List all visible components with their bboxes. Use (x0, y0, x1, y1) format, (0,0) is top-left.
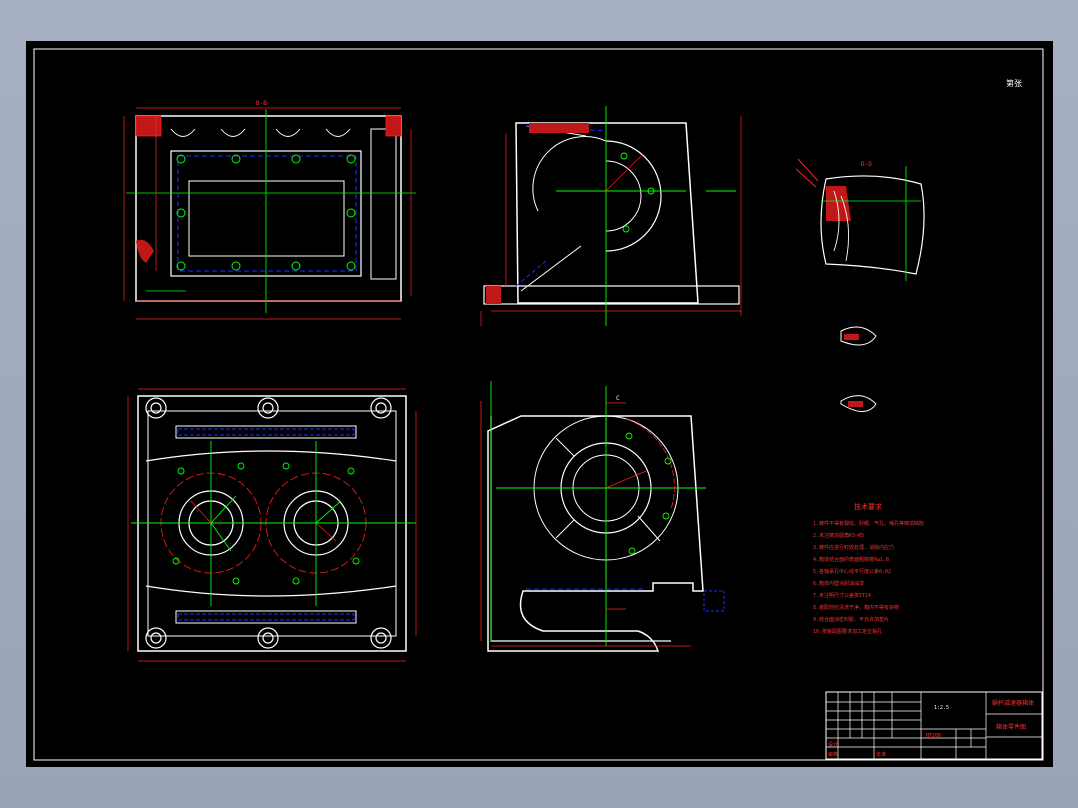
cut-label-c: C (616, 395, 620, 402)
drawing-sheet: 第张 B-B D-D C 技术要求 1.铸件不得有裂纹、砂眼、气孔、缩孔等铸造缺… (26, 41, 1053, 767)
note-line-1: 1.铸件不得有裂纹、砂眼、气孔、缩孔等铸造缺陷 (813, 520, 924, 527)
title-block-name: 蜗杆减速器箱体 (992, 699, 1034, 707)
title-block-material: HT200 (926, 733, 941, 739)
technical-notes: 技术要求 1.铸件不得有裂纹、砂眼、气孔、缩孔等铸造缺陷 2.未注铸造圆角R3~… (813, 502, 924, 635)
view-detail-d: D-D (795, 158, 925, 412)
corner-mark: 第张 (1006, 78, 1022, 88)
note-line-5: 5.各轴承孔中心线平行度公差0.02 (813, 568, 891, 575)
section-label-bb: B-B (256, 100, 267, 107)
title-block-drawing-no: 箱体零件图 (996, 723, 1026, 731)
title-block-designer: 设计 (828, 741, 838, 748)
note-line-10: 10.按装配图要求加工定位销孔 (813, 628, 882, 635)
note-line-6: 6.箱体内壁涂耐油油漆 (813, 580, 864, 587)
title-block-approve: 批准 (876, 751, 886, 758)
cad-drawing-canvas[interactable]: 第张 B-B D-D C 技术要求 1.铸件不得有裂纹、砂眼、气孔、缩孔等铸造缺… (26, 41, 1053, 767)
title-block-scale: 1:2.5 (934, 705, 949, 711)
view-side-top-middle (480, 106, 742, 326)
view-section-top-left: B-B (123, 100, 416, 320)
section-label-dd: D-D (861, 161, 872, 168)
title-block: 1:2.5 蜗杆减速器箱体 箱体零件图 设计 审核 批准 HT200 (825, 691, 1043, 760)
note-line-2: 2.未注铸造圆角R3~R5 (813, 532, 864, 539)
note-line-7: 7.未注明尺寸公差按IT14 (813, 592, 871, 599)
note-line-4: 4.箱体结合面的表面粗糙度Ra1.6 (813, 556, 889, 563)
title-block-checker: 审核 (828, 751, 838, 758)
note-line-9: 9.结合面涂密封胶，不允许加垫片 (813, 616, 889, 623)
view-side-bottom-middle: C (480, 381, 725, 652)
note-line-3: 3.铸件应进行时效处理，消除内应力 (813, 544, 894, 551)
view-plan-bottom-left (127, 388, 417, 662)
note-line-8: 8.装配前应清洗干净，箱内不得有杂物 (813, 604, 899, 611)
notes-title: 技术要求 (854, 502, 882, 511)
drawing-border (33, 48, 1044, 761)
